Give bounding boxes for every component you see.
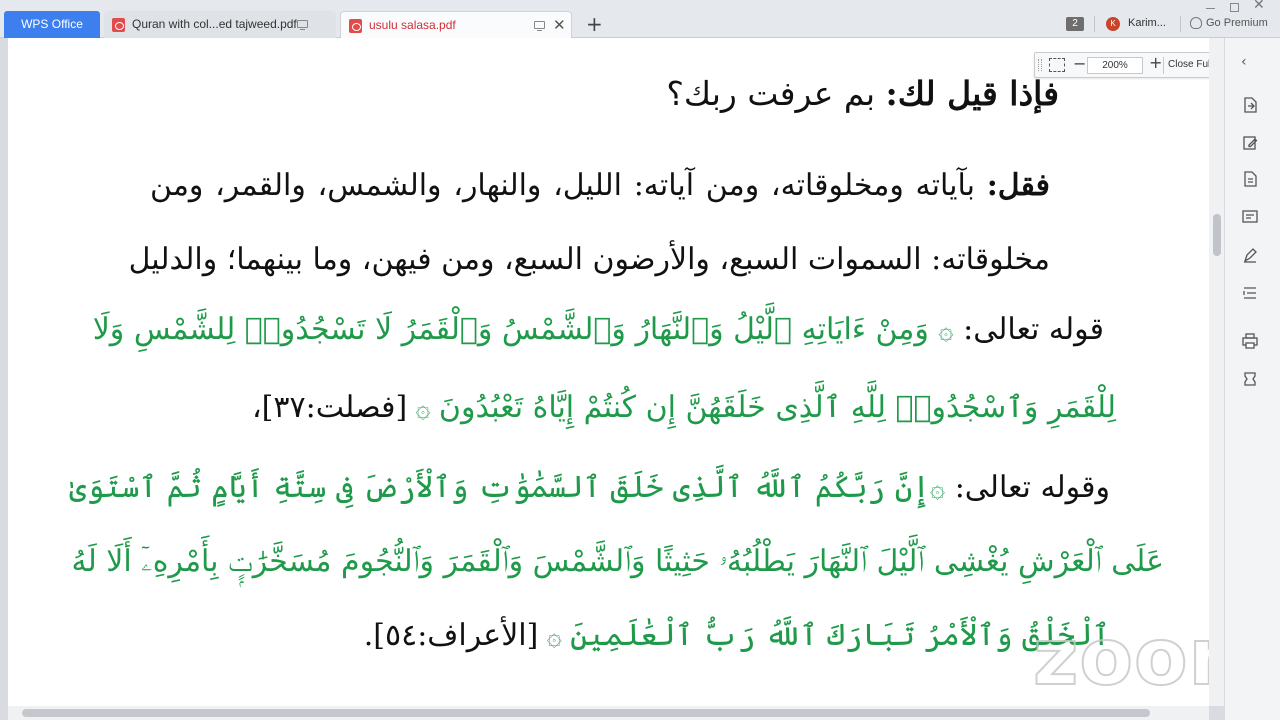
horizontal-scroll-thumb[interactable]: [22, 709, 1150, 717]
question-rest: بم عرفت ربك؟: [666, 74, 886, 113]
new-tab-button[interactable]: +: [586, 12, 603, 36]
text-line-4: لِلْقَمَرِ وَٱسْجُدُوا۟ لِلَّهِ ٱلَّذِى …: [148, 390, 1116, 425]
window-close-icon[interactable]: ✕: [1253, 0, 1265, 13]
quran-verse-text: لِلْقَمَرِ وَٱسْجُدُوا۟ لِلَّهِ ٱلَّذِى …: [438, 390, 1116, 425]
divider: [1163, 57, 1164, 74]
horizontal-scrollbar[interactable]: [8, 706, 1209, 720]
verse-reference: [فصلت:٣٧]،: [251, 390, 408, 425]
scroll-icon[interactable]: [1241, 370, 1259, 388]
zoom-watermark: zoom: [1032, 612, 1209, 704]
text-line-1: فقل: بآياته ومخلوقاته، ومن آياته: الليل،…: [150, 168, 1050, 203]
line1-rest: بآياته ومخلوقاته، ومن آياته: الليل، والن…: [150, 168, 987, 203]
convert-pdf-icon[interactable]: [1241, 170, 1259, 188]
line5-lead: وقوله تعالى:: [945, 470, 1110, 505]
zoom-in-button[interactable]: +: [1149, 53, 1162, 72]
print-icon[interactable]: [1241, 332, 1259, 350]
question-line: فإذا قيل لك: بم عرفت ربك؟: [666, 74, 1059, 113]
wps-office-tab[interactable]: WPS Office: [4, 11, 100, 38]
text-line-2: مخلوقاته: السموات السبع، والأرضون السبع،…: [128, 242, 1050, 277]
maximize-icon[interactable]: [1230, 3, 1239, 12]
text-line-5: وقوله تعالى: ۞إِنَّ رَبَّكُمُ ٱللَّهُ ٱل…: [69, 470, 1110, 505]
premium-icon[interactable]: [1190, 17, 1202, 29]
close-icon[interactable]: ✕: [553, 12, 566, 39]
minimize-icon[interactable]: [1206, 8, 1215, 9]
line1-bold: فقل:: [986, 168, 1050, 203]
quran-verse-text: إِنَّ رَبَّكُمُ ٱللَّهُ ٱلَّذِى خَلَقَ ٱ…: [69, 470, 930, 505]
divider: [1094, 16, 1095, 32]
ayah-ornament-icon: ۞: [407, 394, 439, 424]
ayah-ornament-icon: ۞: [938, 316, 954, 346]
verse-reference: [الأعراف:٥٤].: [363, 618, 539, 653]
text-line-3: قوله تعالى: ۞ وَمِنْ ءَايَاتِهِ ٱلَّيْلُ…: [93, 312, 1104, 347]
question-bold: فإذا قيل لك:: [885, 74, 1059, 113]
zoom-level-input[interactable]: 200%: [1087, 57, 1143, 74]
quran-verse-text: ٱلْخَلْقُ وَٱلْأَمْرُ تَبَارَكَ ٱللَّهُ …: [570, 618, 1110, 653]
tab-title: usulu salasa.pdf: [369, 18, 456, 32]
text-line-6: عَلَى ٱلْعَرْشِ يُغْشِى ٱلَّيْلَ ٱلنَّهَ…: [71, 544, 1164, 579]
tab-quran-pdf[interactable]: Quran with col...ed tajweed.pdf: [104, 11, 336, 38]
vertical-scroll-thumb[interactable]: [1213, 214, 1221, 256]
vertical-scrollbar[interactable]: [1209, 38, 1224, 706]
pdf-icon: [112, 18, 125, 32]
annotate-icon[interactable]: [1241, 208, 1259, 226]
sign-pen-icon[interactable]: [1241, 246, 1259, 264]
divider: [1180, 16, 1181, 32]
zoom-out-button[interactable]: −: [1073, 54, 1086, 73]
monitor-icon[interactable]: [297, 20, 308, 30]
fit-page-icon[interactable]: [1049, 58, 1065, 72]
line3-lead: قوله تعالى:: [953, 312, 1104, 347]
edit-document-icon[interactable]: [1241, 134, 1259, 152]
title-bar: WPS Office Quran with col...ed tajweed.p…: [0, 0, 1280, 38]
collapse-panel-icon[interactable]: ‹: [1241, 54, 1247, 70]
window-count-badge[interactable]: 2: [1066, 17, 1084, 31]
document-viewport[interactable]: فإذا قيل لك: بم عرفت ربك؟ فقل: بآياته وم…: [0, 38, 1224, 720]
outline-icon[interactable]: [1241, 284, 1259, 302]
drag-handle-icon[interactable]: [1038, 59, 1042, 71]
monitor-icon[interactable]: [534, 21, 545, 31]
ayah-ornament-icon: ۞: [929, 474, 946, 504]
ayah-ornament-icon: ۞: [538, 622, 571, 652]
export-file-icon[interactable]: [1241, 96, 1259, 114]
go-premium-link[interactable]: Go Premium: [1206, 17, 1268, 29]
tab-title: Quran with col...ed tajweed.pdf: [132, 17, 297, 31]
avatar[interactable]: K: [1106, 17, 1120, 31]
user-name[interactable]: Karim...: [1128, 17, 1166, 29]
right-tool-panel: ‹: [1224, 38, 1280, 720]
text-line-7: ٱلْخَلْقُ وَٱلْأَمْرُ تَبَارَكَ ٱللَّهُ …: [148, 618, 1110, 653]
pdf-page: فإذا قيل لك: بم عرفت ربك؟ فقل: بآياته وم…: [8, 38, 1209, 706]
quran-verse-text: وَمِنْ ءَايَاتِهِ ٱلَّيْلُ وَٱلنَّهَارُ …: [92, 312, 939, 347]
tab-usulu-salasa-pdf[interactable]: usulu salasa.pdf ✕: [340, 11, 572, 38]
pdf-icon: [349, 19, 362, 33]
